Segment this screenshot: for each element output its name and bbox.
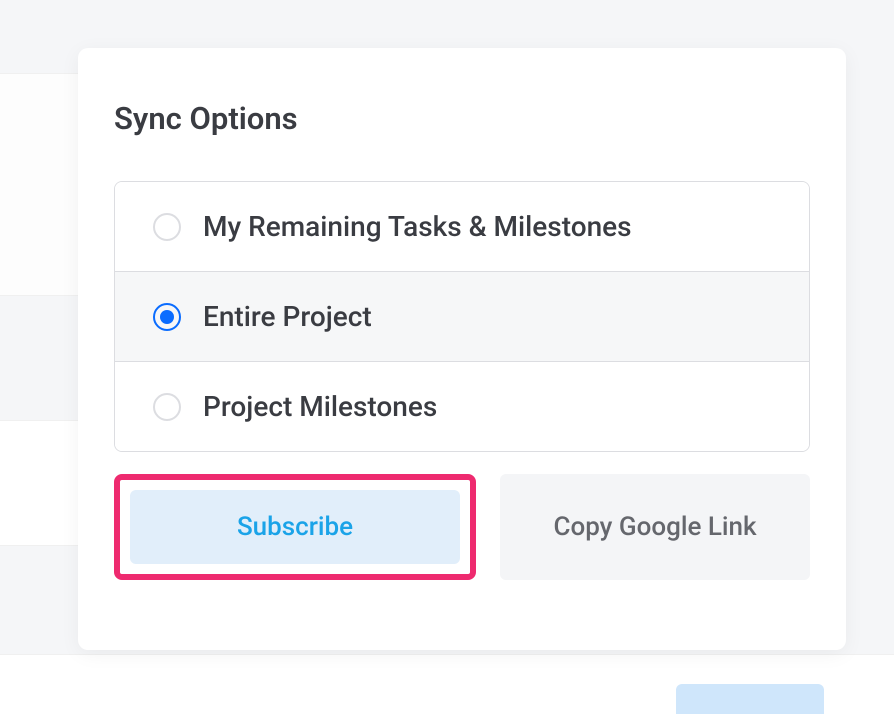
radio-icon xyxy=(153,393,181,421)
modal-actions: Subscribe Copy Google Link xyxy=(114,474,810,580)
modal-title: Sync Options xyxy=(114,100,810,137)
radio-icon xyxy=(153,213,181,241)
copy-google-link-button[interactable]: Copy Google Link xyxy=(500,474,810,580)
sync-options-modal: Sync Options My Remaining Tasks & Milest… xyxy=(78,48,846,650)
option-label: Entire Project xyxy=(203,300,372,333)
option-entire-project[interactable]: Entire Project xyxy=(115,272,809,362)
option-project-milestones[interactable]: Project Milestones xyxy=(115,362,809,451)
option-my-remaining-tasks[interactable]: My Remaining Tasks & Milestones xyxy=(115,182,809,272)
sync-options-list: My Remaining Tasks & Milestones Entire P… xyxy=(114,181,810,452)
option-label: My Remaining Tasks & Milestones xyxy=(203,210,632,243)
subscribe-button[interactable]: Subscribe xyxy=(130,490,460,564)
background-blue-box xyxy=(676,684,824,714)
radio-icon xyxy=(153,303,181,331)
highlight-annotation: Subscribe xyxy=(114,474,476,580)
option-label: Project Milestones xyxy=(203,390,437,423)
